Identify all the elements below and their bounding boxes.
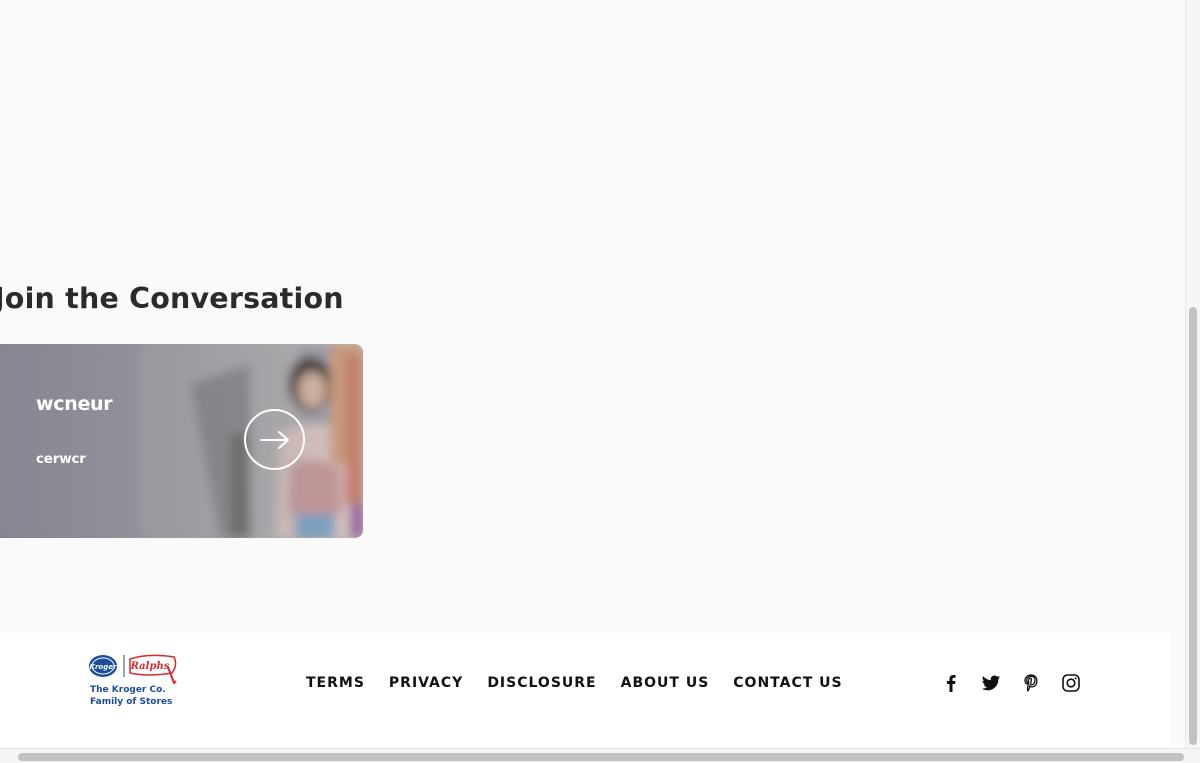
svg-text:Kroger: Kroger xyxy=(90,663,117,671)
footer-nav: TERMS PRIVACY DISCLOSURE ABOUT US CONTAC… xyxy=(306,674,867,692)
footer: Kroger Ralphs The Kroger Co. Family of S… xyxy=(0,633,1170,747)
kroger-family-logo[interactable]: Kroger Ralphs The Kroger Co. Family of S… xyxy=(88,653,180,709)
vertical-scrollbar-thumb[interactable] xyxy=(1189,307,1197,745)
horizontal-scrollbar[interactable] xyxy=(0,748,1200,763)
pinterest-icon[interactable] xyxy=(1020,672,1042,694)
kroger-logo-icon: Kroger Ralphs xyxy=(89,654,177,685)
footer-link-contact-us[interactable]: CONTACT US xyxy=(733,674,842,692)
social-links xyxy=(940,672,1082,694)
footer-link-terms[interactable]: TERMS xyxy=(306,674,365,692)
footer-link-privacy[interactable]: PRIVACY xyxy=(389,674,463,692)
card-arrow-button[interactable] xyxy=(244,409,305,470)
logo-line1: The Kroger Co. xyxy=(90,685,166,695)
page: Join the Conversation wcneur cerwcr Krog… xyxy=(0,0,1200,763)
footer-link-disclosure[interactable]: DISCLOSURE xyxy=(487,674,596,692)
facebook-icon[interactable] xyxy=(940,672,962,694)
vertical-scrollbar[interactable] xyxy=(1185,0,1200,748)
logo-line2: Family of Stores xyxy=(90,697,173,707)
twitter-icon[interactable] xyxy=(980,672,1002,694)
conversation-card[interactable]: wcneur cerwcr xyxy=(0,344,363,538)
card-title: wcneur xyxy=(36,393,113,415)
arrow-right-icon xyxy=(259,430,289,449)
instagram-icon[interactable] xyxy=(1060,672,1082,694)
section-title: Join the Conversation xyxy=(0,282,344,315)
footer-link-about-us[interactable]: ABOUT US xyxy=(621,674,710,692)
svg-text:Ralphs: Ralphs xyxy=(130,661,170,672)
horizontal-scrollbar-thumb[interactable] xyxy=(18,753,1184,761)
card-subtitle: cerwcr xyxy=(36,451,86,467)
card-overlay xyxy=(0,344,363,538)
